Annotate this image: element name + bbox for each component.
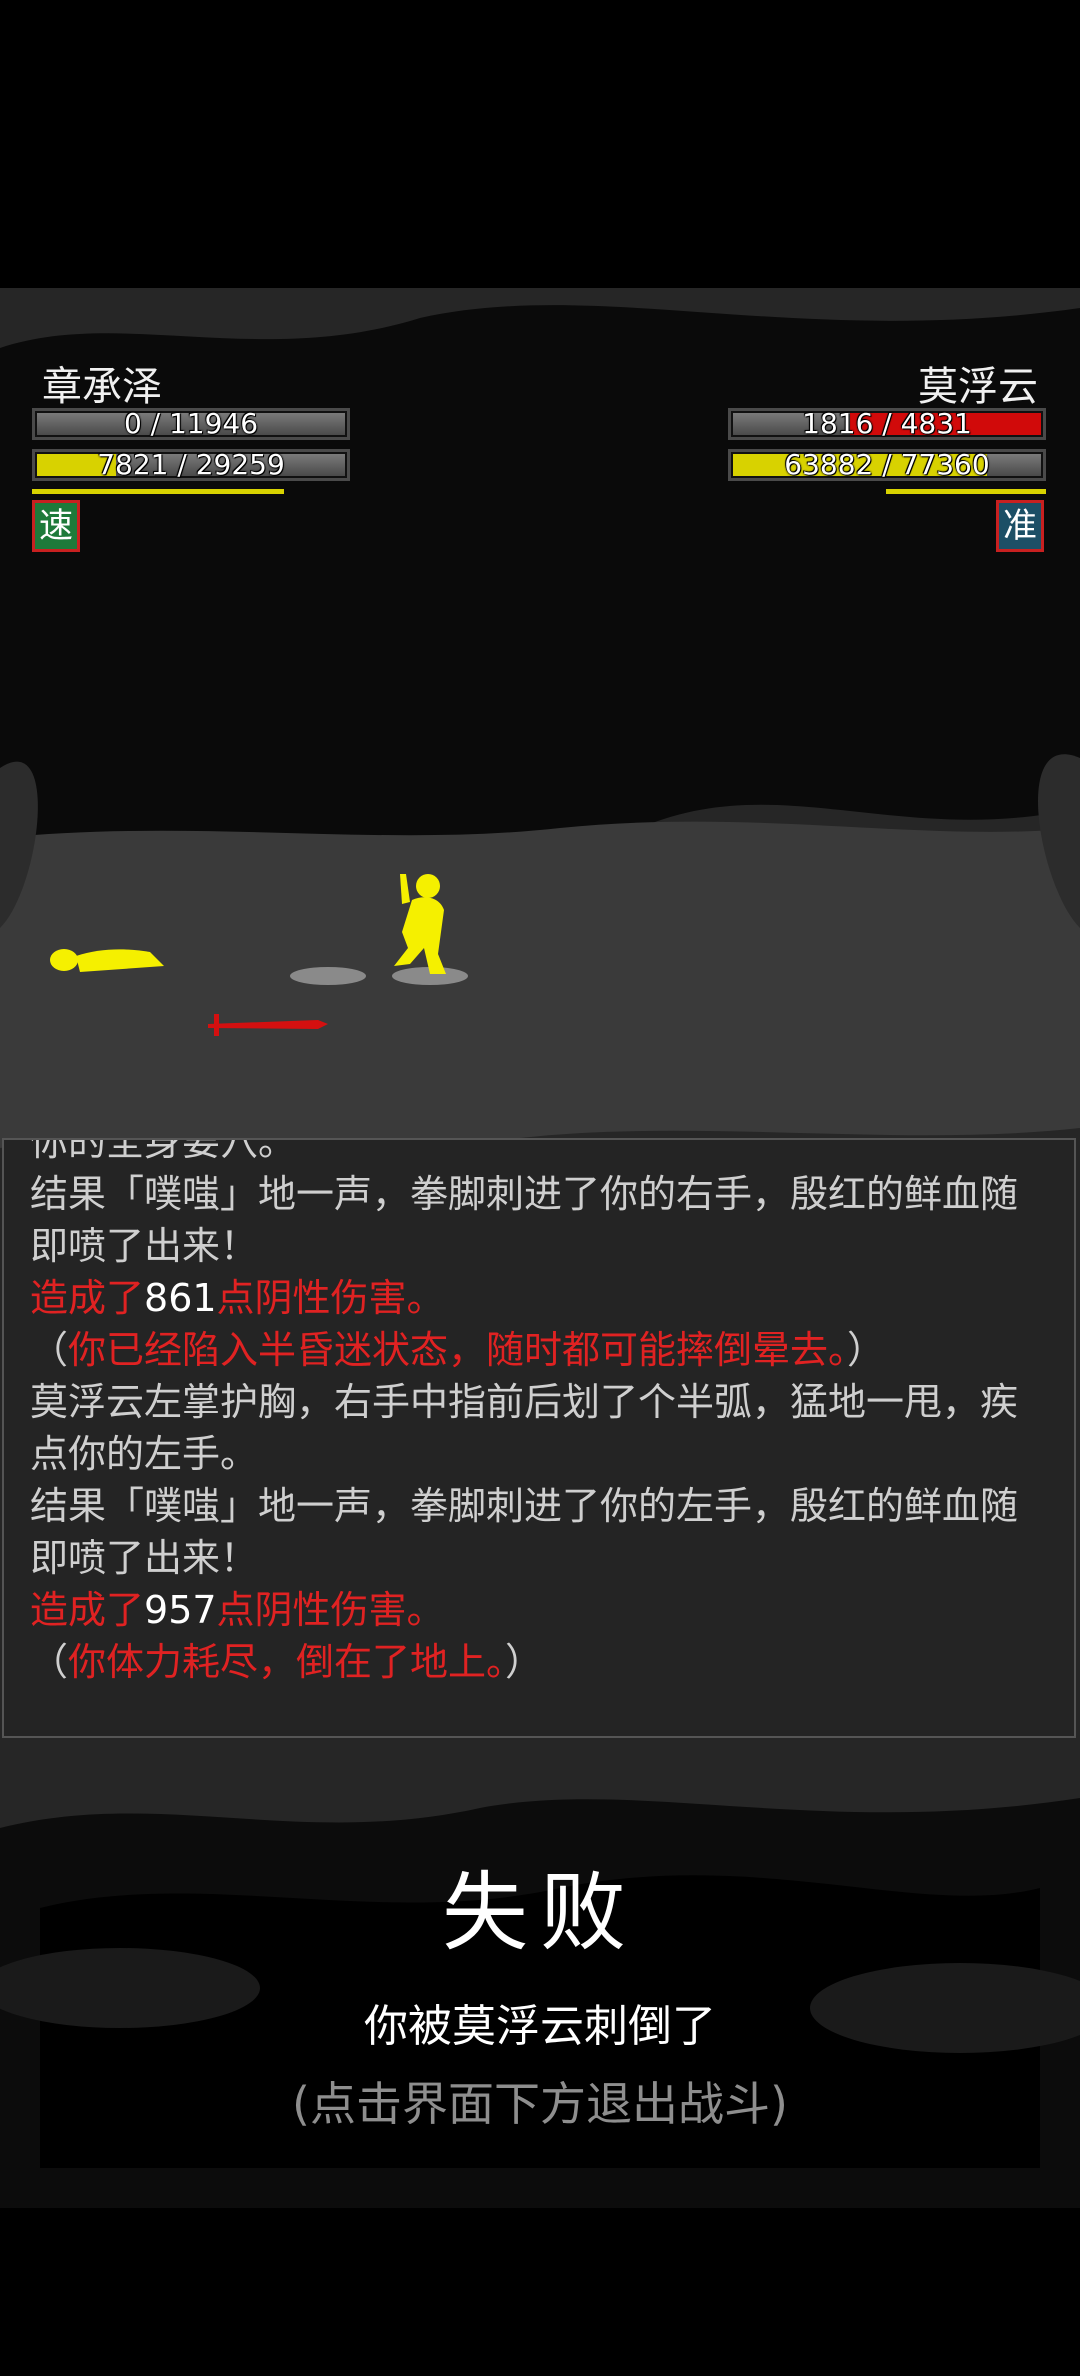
player-inner-bar: 7821 / 29259 [32, 449, 350, 481]
log-segment: 点阴性伤害。 [216, 1588, 445, 1632]
log-line: （你体力耗尽，倒在了地上。） [30, 1636, 1048, 1688]
log-line: 结果「噗嗤」地一声，拳脚刺进了你的右手，殷红的鲜血随即喷了出来！ [30, 1168, 1048, 1272]
log-line: 造成了957点阴性伤害。 [30, 1584, 1048, 1636]
enemy-hp-text: 1816 / 4831 [802, 407, 972, 440]
log-segment: 你体力耗尽，倒在了地上。 [68, 1640, 506, 1684]
log-segment: 点阴性伤害。 [216, 1276, 445, 1320]
defeat-title: 失败 [442, 1863, 638, 1963]
enemy-hp-bar: 1816 / 4831 [728, 408, 1046, 440]
player-hp-text: 0 / 11946 [123, 407, 259, 440]
log-segment: 造成了 [30, 1588, 145, 1632]
player-energy-line [32, 489, 284, 494]
combat-log[interactable]: 你的全身要穴。 结果「噗嗤」地一声，拳脚刺进了你的右手，殷红的鲜血随即喷了出来！… [2, 1138, 1076, 1738]
log-segment: 结果「噗嗤」地一声，拳脚刺进了你的左手，殷红的鲜血随即喷了出来！ [30, 1484, 1019, 1580]
log-segment: 造成了 [30, 1276, 145, 1320]
log-line: 结果「噗嗤」地一声，拳脚刺进了你的左手，殷红的鲜血随即喷了出来！ [30, 1480, 1048, 1584]
log-segment: 957 [144, 1588, 217, 1632]
log-segment: 结果「噗嗤」地一声，拳脚刺进了你的右手，殷红的鲜血随即喷了出来！ [30, 1172, 1019, 1268]
player-shadow [290, 967, 366, 985]
top-letterbox [0, 0, 1080, 288]
dropped-sword-icon [208, 1014, 328, 1036]
enemy-inner-bar: 63882 / 77360 [728, 449, 1046, 481]
exit-battle-hint[interactable]: (点击界面下方退出战斗) [0, 2068, 1080, 2134]
log-segment: 你已经陷入半昏迷状态，随时都可能摔倒晕去。 [68, 1328, 848, 1372]
log-line: （你已经陷入半昏迷状态，随时都可能摔倒晕去。） [30, 1324, 1048, 1376]
enemy-standing-figure [394, 874, 446, 974]
log-line: 造成了861点阴性伤害。 [30, 1272, 1048, 1324]
player-name: 章承泽 [42, 364, 162, 410]
player-speed-status-icon: 速 [32, 500, 80, 552]
enemy-inner-text: 63882 / 77360 [784, 448, 990, 481]
bottom-letterbox [0, 2208, 1080, 2376]
enemy-energy-line [886, 489, 1046, 494]
log-line-cut: 你的全身要穴。 [30, 1138, 297, 1164]
enemy-aim-status-icon: 准 [996, 500, 1044, 552]
log-segment: 莫浮云左掌护胸，右手中指前后划了个半弧，猛地一甩，疾点你的左手。 [30, 1380, 1019, 1476]
log-segment: ） [847, 1328, 886, 1372]
log-segment: ） [505, 1640, 544, 1684]
log-line: 莫浮云左掌护胸，右手中指前后划了个半弧，猛地一甩，疾点你的左手。 [30, 1376, 1048, 1480]
player-fallen-figure [50, 949, 164, 972]
player-hp-bar: 0 / 11946 [32, 408, 350, 440]
log-segment: 861 [144, 1276, 217, 1320]
enemy-name: 莫浮云 [918, 364, 1038, 410]
log-segment: （ [30, 1640, 69, 1684]
defeat-subtitle: 你被莫浮云刺倒了 [364, 2001, 716, 2052]
log-lines: 结果「噗嗤」地一声，拳脚刺进了你的右手，殷红的鲜血随即喷了出来！ 造成了861点阴… [30, 1168, 1048, 1688]
player-inner-text: 7821 / 29259 [97, 448, 285, 481]
log-segment: （ [30, 1328, 69, 1372]
